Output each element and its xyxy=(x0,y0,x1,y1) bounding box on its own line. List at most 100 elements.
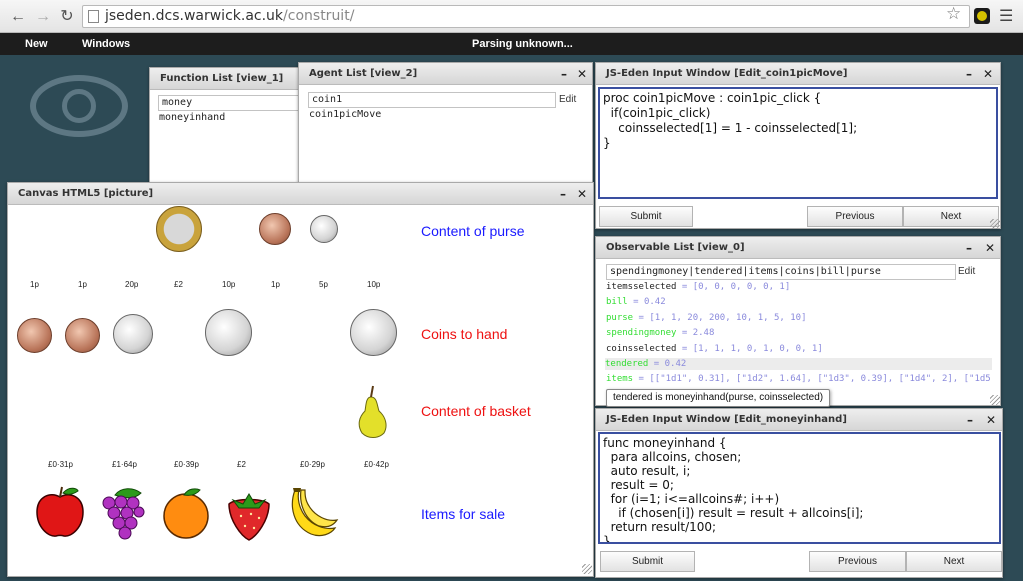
price-label: £0·29p xyxy=(300,460,325,469)
close-icon[interactable]: ✕ xyxy=(985,237,995,259)
submit-button[interactable]: Submit xyxy=(600,551,695,572)
heading-items-for-sale: Items for sale xyxy=(421,506,506,522)
code-editor[interactable]: proc coin1picMove : coin1pic_click { if(… xyxy=(598,87,998,199)
page-icon xyxy=(88,10,99,23)
resize-grip[interactable] xyxy=(582,564,592,574)
input-window-moneyinhand: JS-Eden Input Window [Edit_moneyinhand] … xyxy=(595,408,1003,578)
window-title: Agent List [view_2] xyxy=(309,68,418,79)
price-label: £0·39p xyxy=(174,460,199,469)
browser-toolbar: ← → ↻ jseden.dcs.warwick.ac.uk/construit… xyxy=(0,0,1023,33)
observable-row[interactable]: bill = 0.42 xyxy=(606,296,666,308)
coin-5p[interactable] xyxy=(310,215,338,243)
close-icon[interactable]: ✕ xyxy=(983,63,993,85)
coin-10p[interactable] xyxy=(350,309,397,356)
price-label: £1·64p xyxy=(112,460,137,469)
observable-list-window: Observable List [view_0] – ✕ spendingmon… xyxy=(595,236,1001,406)
back-arrow-icon[interactable]: ← xyxy=(8,7,28,27)
bookmark-star-icon[interactable]: ☆ xyxy=(946,4,961,24)
coin-2-pound[interactable] xyxy=(156,206,202,252)
purse-label: £2 xyxy=(174,280,183,289)
coin-20p[interactable] xyxy=(113,314,153,354)
window-title: JS-Eden Input Window [Edit_moneyinhand] xyxy=(606,414,847,425)
window-title-bar[interactable]: Observable List [view_0] – ✕ xyxy=(596,237,1000,259)
window-title-bar[interactable]: JS-Eden Input Window [Edit_coin1picMove]… xyxy=(596,63,1000,85)
url-path: /construit/ xyxy=(283,8,355,24)
window-title: Function List [view_1] xyxy=(150,68,300,90)
apple-image[interactable] xyxy=(34,485,86,539)
resize-grip[interactable] xyxy=(990,395,1000,405)
observable-search-input[interactable]: spendingmoney|tendered|items|coins|bill|… xyxy=(606,264,956,280)
code-editor[interactable]: func moneyinhand { para allcoins, chosen… xyxy=(598,432,1001,544)
heading-content-of-purse: Content of purse xyxy=(421,223,525,239)
minimize-icon[interactable]: – xyxy=(560,183,566,205)
heading-content-of-basket: Content of basket xyxy=(421,403,531,419)
strawberry-image[interactable] xyxy=(223,488,275,542)
observable-row[interactable]: items = [["1d1", 0.31], ["1d2", 1.64], [… xyxy=(606,373,991,385)
reload-icon[interactable]: ↻ xyxy=(57,7,77,27)
previous-button[interactable]: Previous xyxy=(807,206,903,227)
parse-status: Parsing unknown... xyxy=(472,38,573,50)
eden-eye-logo xyxy=(30,75,128,137)
coin-1p[interactable] xyxy=(259,213,291,245)
minimize-icon[interactable]: – xyxy=(561,63,567,85)
observable-row[interactable]: coinsselected = [1, 1, 1, 0, 1, 0, 0, 1] xyxy=(606,343,823,355)
purse-label: 5p xyxy=(319,280,328,289)
observable-row[interactable]: spendingmoney = 2.48 xyxy=(606,327,714,339)
forward-arrow-icon[interactable]: → xyxy=(33,7,53,27)
address-bar[interactable]: jseden.dcs.warwick.ac.uk/construit/ xyxy=(82,5,970,28)
pear-image[interactable] xyxy=(354,383,390,439)
close-icon[interactable]: ✕ xyxy=(577,183,587,205)
minimize-icon[interactable]: – xyxy=(966,63,972,85)
window-title: Observable List [view_0] xyxy=(606,242,745,253)
observable-row[interactable]: purse = [1, 1, 20, 200, 10, 1, 5, 10] xyxy=(606,312,807,324)
orange-image[interactable] xyxy=(160,486,212,540)
submit-button[interactable]: Submit xyxy=(599,206,693,227)
agent-search-input[interactable]: coin1 xyxy=(308,92,556,108)
purse-label: 1p xyxy=(30,280,39,289)
minimize-icon[interactable]: – xyxy=(966,237,972,259)
agent-list-item[interactable]: coin1picMove xyxy=(309,109,381,120)
observable-row[interactable]: itemsselected = [0, 0, 0, 0, 0, 1] xyxy=(606,281,790,293)
price-label: £0·42p xyxy=(364,460,389,469)
window-title: JS-Eden Input Window [Edit_coin1picMove] xyxy=(606,68,848,79)
previous-button[interactable]: Previous xyxy=(809,551,906,572)
canvas-window: Canvas HTML5 [picture] – ✕ Content of pu… xyxy=(7,182,594,577)
function-list-item[interactable]: moneyinhand xyxy=(159,112,225,123)
url-host: jseden.dcs.warwick.ac.uk xyxy=(105,8,284,24)
input-window-coin1picmove: JS-Eden Input Window [Edit_coin1picMove]… xyxy=(595,62,1001,229)
observable-tooltip: tendered is moneyinhand(purse, coinssele… xyxy=(606,389,831,407)
next-button[interactable]: Next xyxy=(903,206,999,227)
extension-icon[interactable] xyxy=(974,8,990,24)
coin-10p[interactable] xyxy=(205,309,252,356)
menu-windows[interactable]: Windows xyxy=(82,38,130,50)
purse-label: 1p xyxy=(271,280,280,289)
resize-grip[interactable] xyxy=(990,219,1000,229)
observable-edit-link[interactable]: Edit xyxy=(958,266,975,277)
function-search-input[interactable]: money xyxy=(158,95,300,111)
coin-1p[interactable] xyxy=(17,318,52,353)
banana-image[interactable] xyxy=(285,486,339,542)
app-menubar: New Windows Parsing unknown... xyxy=(0,33,1023,55)
window-title: Canvas HTML5 [picture] xyxy=(18,188,154,199)
window-title-bar[interactable]: JS-Eden Input Window [Edit_moneyinhand] … xyxy=(596,409,1002,431)
next-button[interactable]: Next xyxy=(906,551,1002,572)
price-label: £0·31p xyxy=(48,460,73,469)
observable-row-highlighted[interactable]: tendered = 0.42 xyxy=(605,358,992,370)
minimize-icon[interactable]: – xyxy=(967,409,973,431)
close-icon[interactable]: ✕ xyxy=(577,63,587,85)
price-label: £2 xyxy=(237,460,246,469)
grapes-image[interactable] xyxy=(97,487,149,541)
menu-new[interactable]: New xyxy=(25,38,48,50)
coin-1p[interactable] xyxy=(65,318,100,353)
browser-menu-icon[interactable]: ☰ xyxy=(999,6,1013,26)
purse-label: 10p xyxy=(367,280,381,289)
agent-edit-link[interactable]: Edit xyxy=(559,94,576,105)
purse-label: 10p xyxy=(222,280,236,289)
window-title-bar[interactable]: Canvas HTML5 [picture] – ✕ xyxy=(8,183,593,205)
heading-coins-to-hand: Coins to hand xyxy=(421,326,508,342)
window-title-bar[interactable]: Agent List [view_2] – ✕ xyxy=(299,63,592,85)
function-list-window: Function List [view_1] money moneyinhand xyxy=(149,67,301,184)
purse-label: 20p xyxy=(125,280,139,289)
purse-label: 1p xyxy=(78,280,87,289)
close-icon[interactable]: ✕ xyxy=(986,409,996,431)
